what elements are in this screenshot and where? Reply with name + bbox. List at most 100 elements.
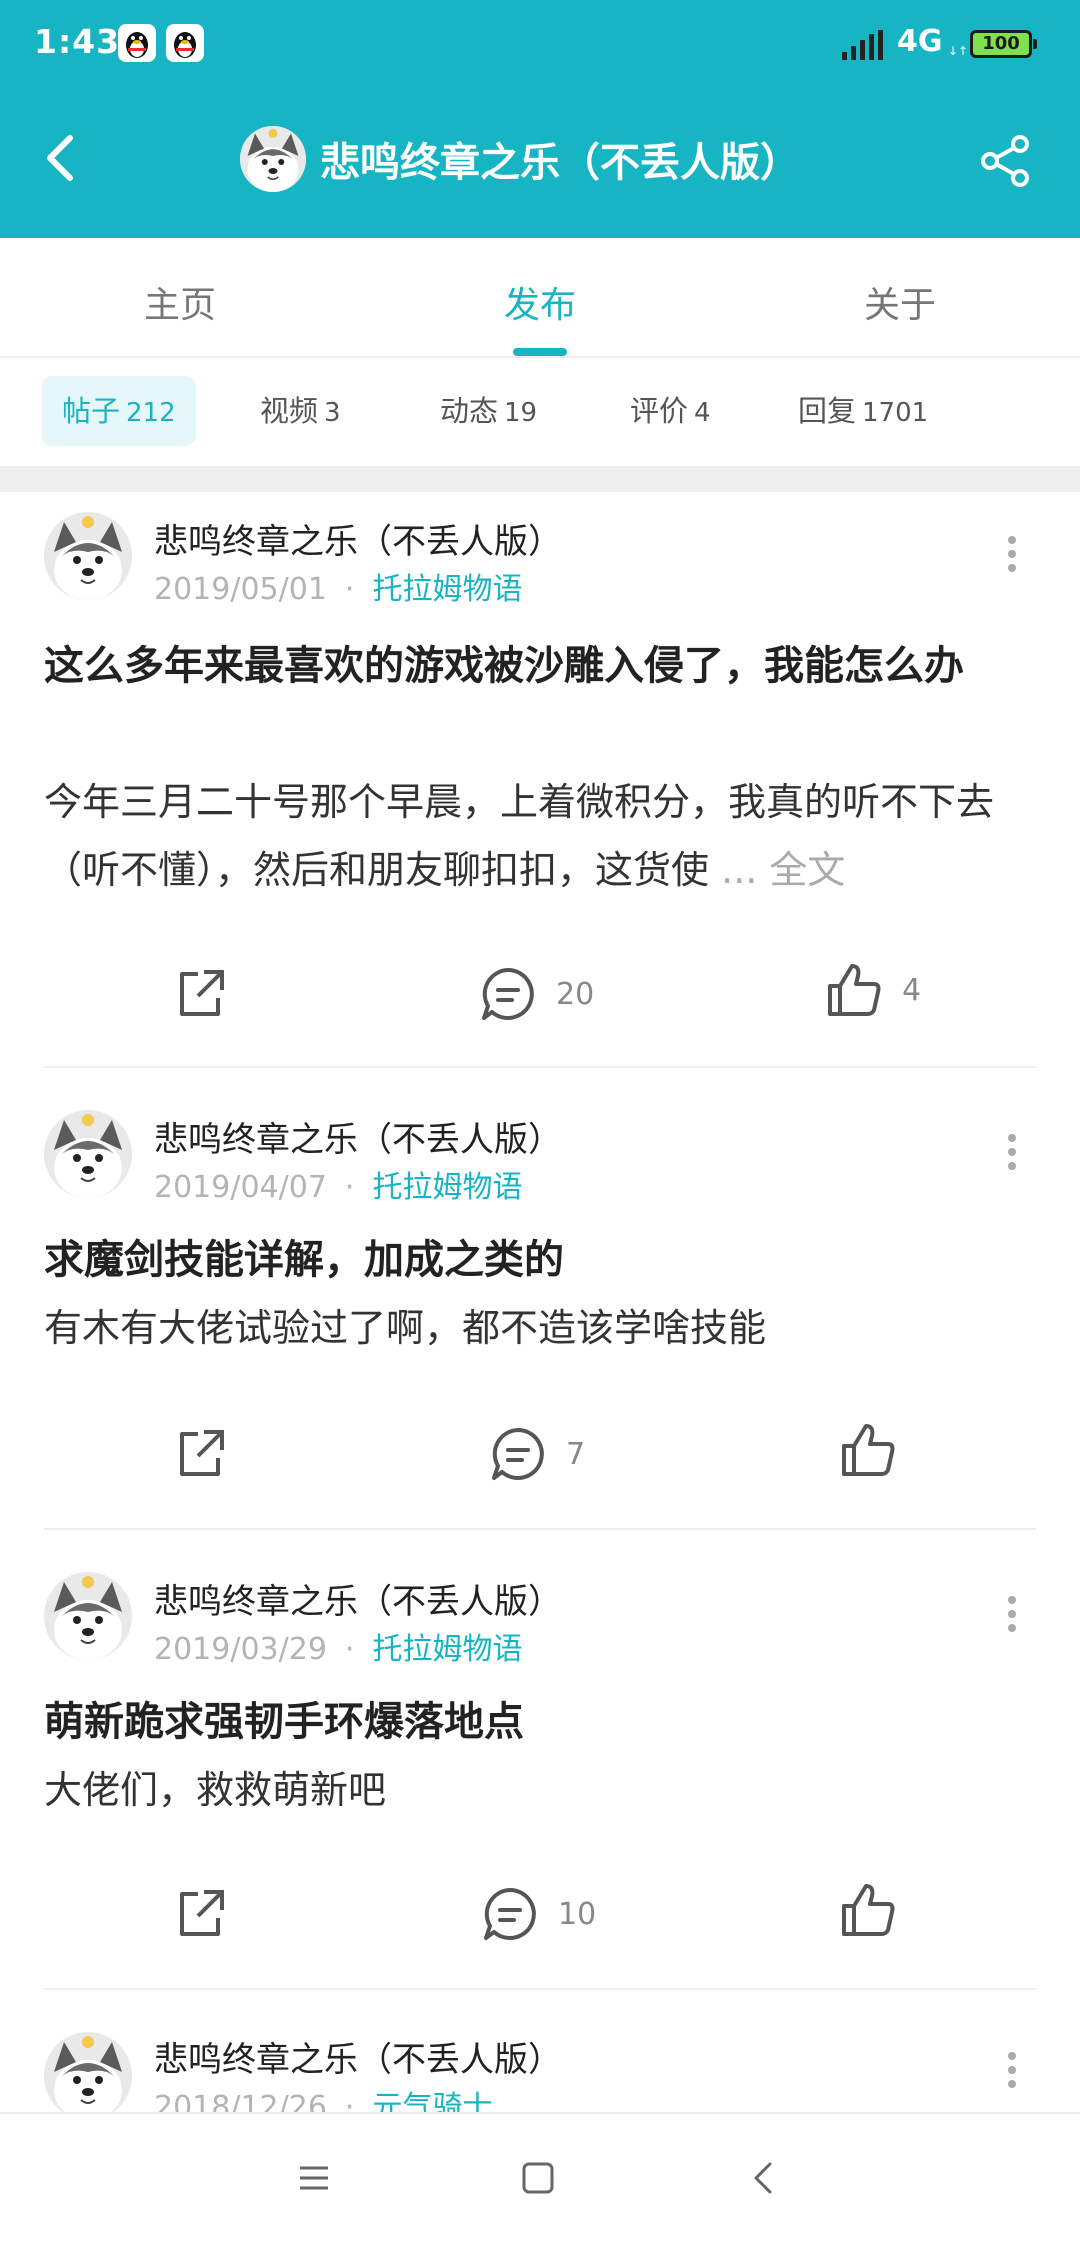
- more-options-button[interactable]: [1000, 1128, 1024, 1188]
- network-type: 4G: [897, 24, 943, 59]
- system-nav-bar: [0, 2112, 1080, 2244]
- thumbs-up-icon: [842, 1884, 895, 1936]
- thumbs-up-icon: [828, 964, 881, 1016]
- tab-posts[interactable]: 发布: [440, 276, 640, 328]
- more-options-button[interactable]: [1000, 1590, 1024, 1650]
- read-more-link[interactable]: ... 全文: [721, 848, 845, 892]
- share-icon: [981, 135, 1029, 187]
- like-button[interactable]: 4: [824, 950, 921, 1030]
- subtab-label: 动态: [440, 394, 499, 428]
- thumbs-up-icon: [842, 1424, 895, 1476]
- like-count: 4: [902, 972, 922, 1008]
- more-options-button[interactable]: [1000, 530, 1024, 590]
- qq-penguin-icon: [118, 24, 156, 62]
- avatar[interactable]: [44, 1572, 132, 1660]
- comment-icon: [484, 1888, 536, 1940]
- more-options-button[interactable]: [1000, 2046, 1024, 2106]
- subtab-label: 评价: [630, 394, 689, 428]
- post-title[interactable]: 这么多年来最喜欢的游戏被沙雕入侵了，我能怎么办: [44, 632, 1044, 700]
- home-button[interactable]: [518, 2158, 558, 2198]
- subtab-reviews[interactable]: 评价 4: [610, 376, 731, 446]
- post-game-tag[interactable]: 托拉姆物语: [372, 1632, 522, 1667]
- like-button[interactable]: [838, 1410, 916, 1490]
- subtab-count: 4: [694, 398, 711, 428]
- list-item[interactable]: 悲鸣终章之乐（不丢人版） 2019/05/01 · 托拉姆物语 这么多年来最喜欢的游…: [0, 492, 1080, 1070]
- avatar[interactable]: [44, 1110, 132, 1198]
- menu-button[interactable]: [294, 2158, 334, 2198]
- post-date: 2018/12/26: [154, 2090, 327, 2112]
- share-out-icon: [180, 1890, 224, 1936]
- post-game-tag[interactable]: 元气骑士: [372, 2090, 492, 2112]
- back-chevron-icon: [754, 2162, 772, 2194]
- avatar[interactable]: [44, 512, 132, 600]
- meta-separator: ·: [344, 572, 355, 607]
- list-item[interactable]: 悲鸣终章之乐（不丢人版） 2019/04/07 · 托拉姆物语 求魔剑技能详解，加成…: [0, 1070, 1080, 1530]
- post-body[interactable]: 大佬们，救救萌新吧: [44, 1756, 1044, 1824]
- like-button[interactable]: [838, 1870, 916, 1950]
- subtab-count: 1701: [862, 398, 929, 428]
- content-filter-tabs: 帖子 212 视频 3 动态 19 评价 4 回复 1701: [0, 358, 1080, 468]
- battery-icon: 100: [970, 30, 1037, 58]
- subtab-label: 回复: [798, 394, 857, 428]
- post-date: 2019/04/07: [154, 1170, 327, 1205]
- list-item[interactable]: 悲鸣终章之乐（不丢人版） 2018/12/26 · 元气骑士: [0, 1990, 1080, 2112]
- post-author[interactable]: 悲鸣终章之乐（不丢人版）: [154, 1112, 562, 1161]
- signal-icon: [842, 30, 884, 60]
- post-body[interactable]: 有木有大佬试验过了啊，都不造该学啥技能: [44, 1294, 1044, 1362]
- post-body: 今年三月二十号那个早晨，上着微积分，我真的听不下去（听不懂），然后和朋友聊扣扣，…: [44, 780, 995, 892]
- subtab-count: 3: [324, 398, 341, 428]
- post-title[interactable]: 求魔剑技能详解，加成之类的: [44, 1226, 1044, 1294]
- post-meta: 2019/03/29 · 托拉姆物语: [154, 1624, 522, 1668]
- comment-icon: [482, 968, 534, 1020]
- subtab-videos[interactable]: 视频 3: [240, 376, 361, 446]
- comment-button[interactable]: 7: [488, 1414, 585, 1494]
- comment-button[interactable]: 10: [480, 1874, 596, 1954]
- list-item[interactable]: 悲鸣终章之乐（不丢人版） 2019/03/29 · 托拉姆物语 萌新跪求强韧手环爆落…: [0, 1530, 1080, 1990]
- post-author[interactable]: 悲鸣终章之乐（不丢人版）: [154, 1574, 562, 1623]
- app-header: 1:43 4G ↓↑ 100 悲鸣终章之乐（不丢人版）: [0, 0, 1080, 238]
- post-excerpt[interactable]: 今年三月二十号那个早晨，上着微积分，我真的听不下去（听不懂），然后和朋友聊扣扣，…: [44, 768, 1044, 904]
- share-button[interactable]: [976, 132, 1034, 190]
- subtab-replies[interactable]: 回复 1701: [778, 376, 948, 446]
- home-square-icon: [522, 2162, 554, 2194]
- divider: [44, 1066, 1036, 1068]
- post-date: 2019/03/29: [154, 1632, 327, 1667]
- section-separator: [0, 466, 1080, 492]
- post-meta: 2019/05/01 · 托拉姆物语: [154, 564, 522, 608]
- subtab-threads[interactable]: 帖子 212: [42, 376, 196, 446]
- qq-penguin-icon: [166, 24, 204, 62]
- status-bar: 1:43 4G ↓↑ 100: [0, 0, 1080, 90]
- post-game-tag[interactable]: 托拉姆物语: [372, 572, 522, 607]
- status-time: 1:43: [34, 22, 121, 61]
- subtab-activity[interactable]: 动态 19: [420, 376, 557, 446]
- avatar[interactable]: [240, 126, 306, 192]
- share-out-icon: [180, 1430, 224, 1476]
- post-title[interactable]: 萌新跪求强韧手环爆落地点: [44, 1688, 1044, 1756]
- profile-tabs: 主页 发布 关于: [0, 238, 1080, 358]
- share-post-button[interactable]: [170, 1414, 230, 1494]
- system-back-button[interactable]: [744, 2158, 784, 2198]
- share-post-button[interactable]: [170, 954, 230, 1034]
- tab-home[interactable]: 主页: [80, 276, 280, 328]
- avatar[interactable]: [44, 2032, 132, 2112]
- comment-icon: [492, 1428, 544, 1480]
- post-author[interactable]: 悲鸣终章之乐（不丢人版）: [154, 514, 562, 563]
- share-post-button[interactable]: [170, 1874, 230, 1954]
- subtab-count: 19: [504, 398, 538, 428]
- back-arrow-icon: [47, 135, 73, 181]
- page-title: 悲鸣终章之乐（不丢人版）: [320, 140, 800, 186]
- subtab-count: 212: [126, 398, 176, 428]
- back-button[interactable]: [36, 128, 86, 188]
- post-meta: 2018/12/26 · 元气骑士: [154, 2082, 492, 2112]
- post-author[interactable]: 悲鸣终章之乐（不丢人版）: [154, 2032, 562, 2081]
- post-game-tag[interactable]: 托拉姆物语: [372, 1170, 522, 1205]
- post-date: 2019/05/01: [154, 572, 327, 607]
- post-meta: 2019/04/07 · 托拉姆物语: [154, 1162, 522, 1206]
- comment-button[interactable]: 20: [478, 954, 594, 1034]
- tab-about[interactable]: 关于: [800, 276, 1000, 328]
- comment-count: 10: [558, 1896, 597, 1932]
- subtab-label: 视频: [260, 394, 319, 428]
- share-out-icon: [180, 970, 224, 1016]
- network-activity: ↓↑: [948, 44, 969, 58]
- comment-count: 7: [566, 1436, 586, 1472]
